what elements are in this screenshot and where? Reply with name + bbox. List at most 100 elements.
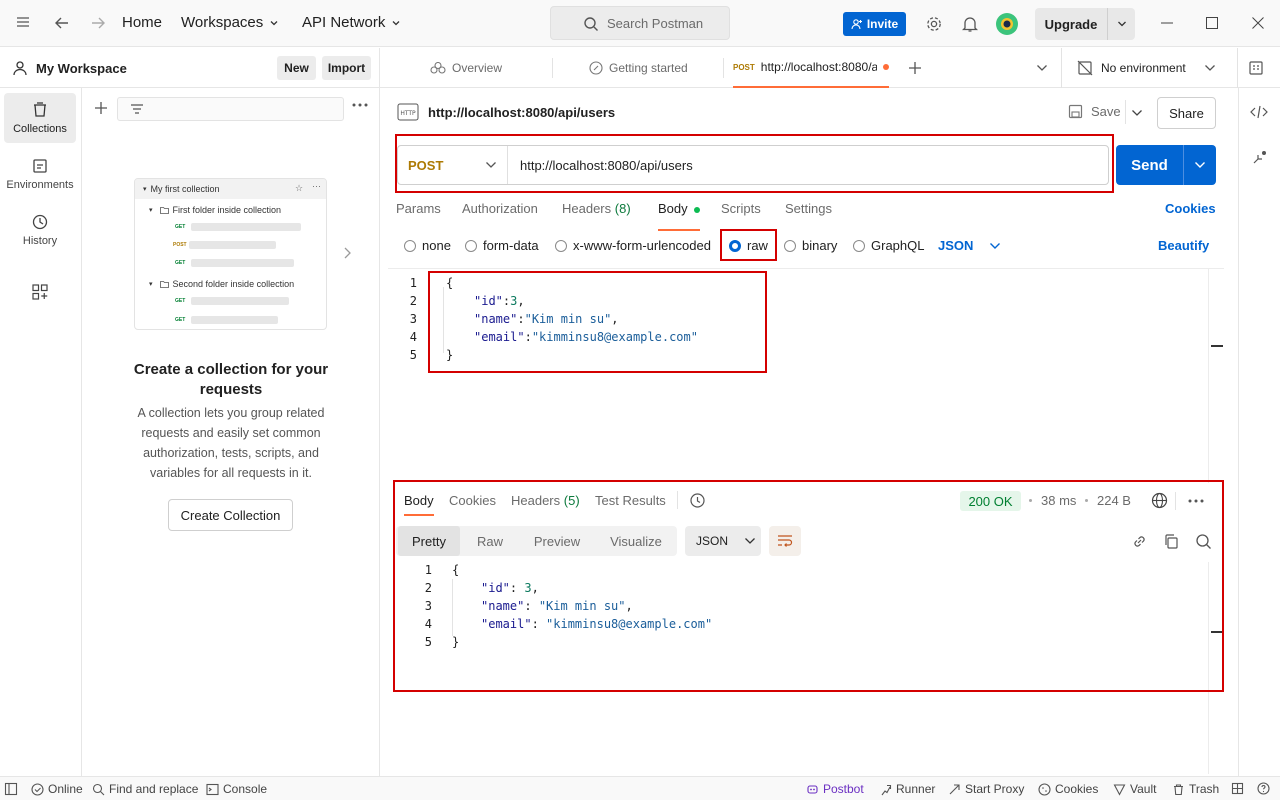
- cookies-link[interactable]: Cookies: [1165, 201, 1216, 216]
- postbot[interactable]: Postbot: [806, 782, 864, 796]
- settings-gear-icon[interactable]: [925, 15, 943, 33]
- invite-button[interactable]: Invite: [843, 12, 906, 36]
- globe-icon[interactable]: [1151, 492, 1168, 509]
- tab-headers[interactable]: Headers (8): [562, 201, 631, 216]
- view-preview-button[interactable]: Preview: [520, 526, 594, 556]
- history-icon[interactable]: [689, 492, 706, 509]
- code-icon[interactable]: [1250, 105, 1268, 119]
- trash[interactable]: Trash: [1172, 782, 1219, 796]
- sidebar-toggle[interactable]: [4, 782, 18, 796]
- tab-overview[interactable]: Overview: [430, 48, 502, 88]
- back-arrow-icon[interactable]: [54, 15, 70, 31]
- tab-response-cookies[interactable]: Cookies: [449, 493, 496, 508]
- save-button[interactable]: Save: [1068, 104, 1121, 119]
- avatar[interactable]: [995, 12, 1019, 36]
- chevron-down-icon[interactable]: [1116, 18, 1128, 30]
- chevron-right-icon[interactable]: [342, 246, 352, 260]
- upgrade-button[interactable]: Upgrade: [1035, 8, 1135, 40]
- filter-input[interactable]: [117, 97, 344, 121]
- tab-authorization[interactable]: Authorization: [462, 201, 538, 216]
- sidebar-item-history[interactable]: History: [4, 205, 76, 255]
- import-button[interactable]: Import: [322, 56, 371, 80]
- notification-bell-icon[interactable]: [962, 15, 978, 33]
- vault[interactable]: Vault: [1113, 782, 1156, 796]
- format-selector[interactable]: JSON: [938, 238, 1001, 253]
- apps-grid-icon[interactable]: [31, 283, 49, 301]
- line-number: 2: [409, 294, 417, 308]
- response-time[interactable]: 38 ms: [1041, 493, 1076, 508]
- sidebar-item-environments[interactable]: Environments: [4, 149, 76, 199]
- new-button[interactable]: New: [277, 56, 316, 80]
- divider: [1237, 48, 1238, 88]
- response-size[interactable]: 224 B: [1097, 493, 1131, 508]
- more-options-icon[interactable]: [352, 102, 368, 108]
- scrollbar[interactable]: [1208, 562, 1224, 774]
- environment-quick-look-icon[interactable]: [1248, 60, 1264, 76]
- close-icon[interactable]: [1251, 16, 1265, 30]
- add-tab-icon[interactable]: [908, 61, 922, 75]
- tab-settings[interactable]: Settings: [785, 201, 832, 216]
- create-collection-button[interactable]: Create Collection: [168, 499, 293, 531]
- sidebar-item-collections[interactable]: Collections: [4, 93, 76, 143]
- view-visualize-button[interactable]: Visualize: [596, 526, 676, 556]
- forward-arrow-icon[interactable]: [90, 15, 106, 31]
- console[interactable]: Console: [206, 782, 267, 796]
- send-button[interactable]: Send: [1116, 145, 1216, 185]
- nav-home[interactable]: Home: [122, 14, 162, 31]
- line-number: 4: [424, 617, 432, 631]
- tab-scripts[interactable]: Scripts: [721, 201, 761, 216]
- online-status[interactable]: Online: [31, 782, 83, 796]
- json-key: "email": [474, 330, 525, 344]
- view-raw-button[interactable]: Raw: [462, 526, 518, 556]
- tab-active-request[interactable]: POST http://localhost:8080/a: [733, 48, 889, 88]
- nav-workspaces[interactable]: Workspaces: [181, 14, 279, 31]
- help[interactable]: [1257, 782, 1270, 795]
- beautify-link[interactable]: Beautify: [1158, 238, 1209, 253]
- tab-params[interactable]: Params: [396, 201, 441, 216]
- scrollbar-thumb[interactable]: [1211, 345, 1223, 347]
- chevron-down-icon[interactable]: [1131, 109, 1143, 117]
- share-button[interactable]: Share: [1157, 97, 1216, 129]
- scrollbar-thumb[interactable]: [1211, 631, 1223, 633]
- radio-binary[interactable]: binary: [784, 238, 837, 253]
- find-replace[interactable]: Find and replace: [92, 782, 198, 796]
- tab-test-results[interactable]: Test Results: [595, 493, 666, 508]
- copy-icon[interactable]: [1163, 533, 1180, 550]
- scrollbar[interactable]: [1208, 269, 1224, 483]
- response-format-selector[interactable]: JSON: [685, 526, 761, 556]
- link-icon[interactable]: [1131, 533, 1148, 550]
- maximize-icon[interactable]: [1205, 16, 1219, 30]
- status-badge[interactable]: 200 OK: [960, 491, 1021, 511]
- more-options-icon[interactable]: [1188, 498, 1204, 504]
- layout-toggle[interactable]: [1231, 782, 1244, 795]
- tab-response-headers[interactable]: Headers (5): [511, 493, 580, 508]
- radio-urlencoded[interactable]: x-www-form-urlencoded: [555, 238, 711, 253]
- method-selector[interactable]: POST: [398, 146, 508, 184]
- wrap-lines-button[interactable]: [769, 526, 801, 556]
- request-title[interactable]: http://localhost:8080/api/users: [428, 105, 615, 120]
- tab-response-body[interactable]: Body: [404, 493, 434, 516]
- add-icon[interactable]: [94, 101, 108, 115]
- radio-none[interactable]: none: [404, 238, 451, 253]
- tab-getting-started[interactable]: Getting started: [589, 48, 688, 88]
- radio-raw[interactable]: raw: [729, 238, 768, 253]
- chevron-down-icon[interactable]: [1204, 64, 1216, 72]
- search-icon[interactable]: [1195, 533, 1212, 550]
- related-icon[interactable]: [1251, 150, 1267, 166]
- search-bar[interactable]: Search Postman: [550, 6, 730, 40]
- footer-cookies[interactable]: Cookies: [1038, 782, 1098, 796]
- environment-selector[interactable]: No environment: [1101, 61, 1186, 75]
- radio-form-data[interactable]: form-data: [465, 238, 539, 253]
- view-pretty-button[interactable]: Pretty: [398, 526, 460, 556]
- nav-api-network[interactable]: API Network: [302, 14, 401, 31]
- url-input[interactable]: http://localhost:8080/api/users: [520, 158, 693, 173]
- code-line: 2 "id":3,: [397, 292, 525, 310]
- radio-graphql[interactable]: GraphQL: [853, 238, 924, 253]
- minimize-icon[interactable]: [1160, 16, 1174, 30]
- chevron-down-icon[interactable]: [1036, 64, 1048, 72]
- tab-body[interactable]: Body: [658, 201, 701, 231]
- chevron-down-icon[interactable]: [1194, 161, 1206, 169]
- runner[interactable]: Runner: [879, 782, 935, 796]
- menu-icon[interactable]: [16, 15, 30, 29]
- start-proxy[interactable]: Start Proxy: [948, 782, 1024, 796]
